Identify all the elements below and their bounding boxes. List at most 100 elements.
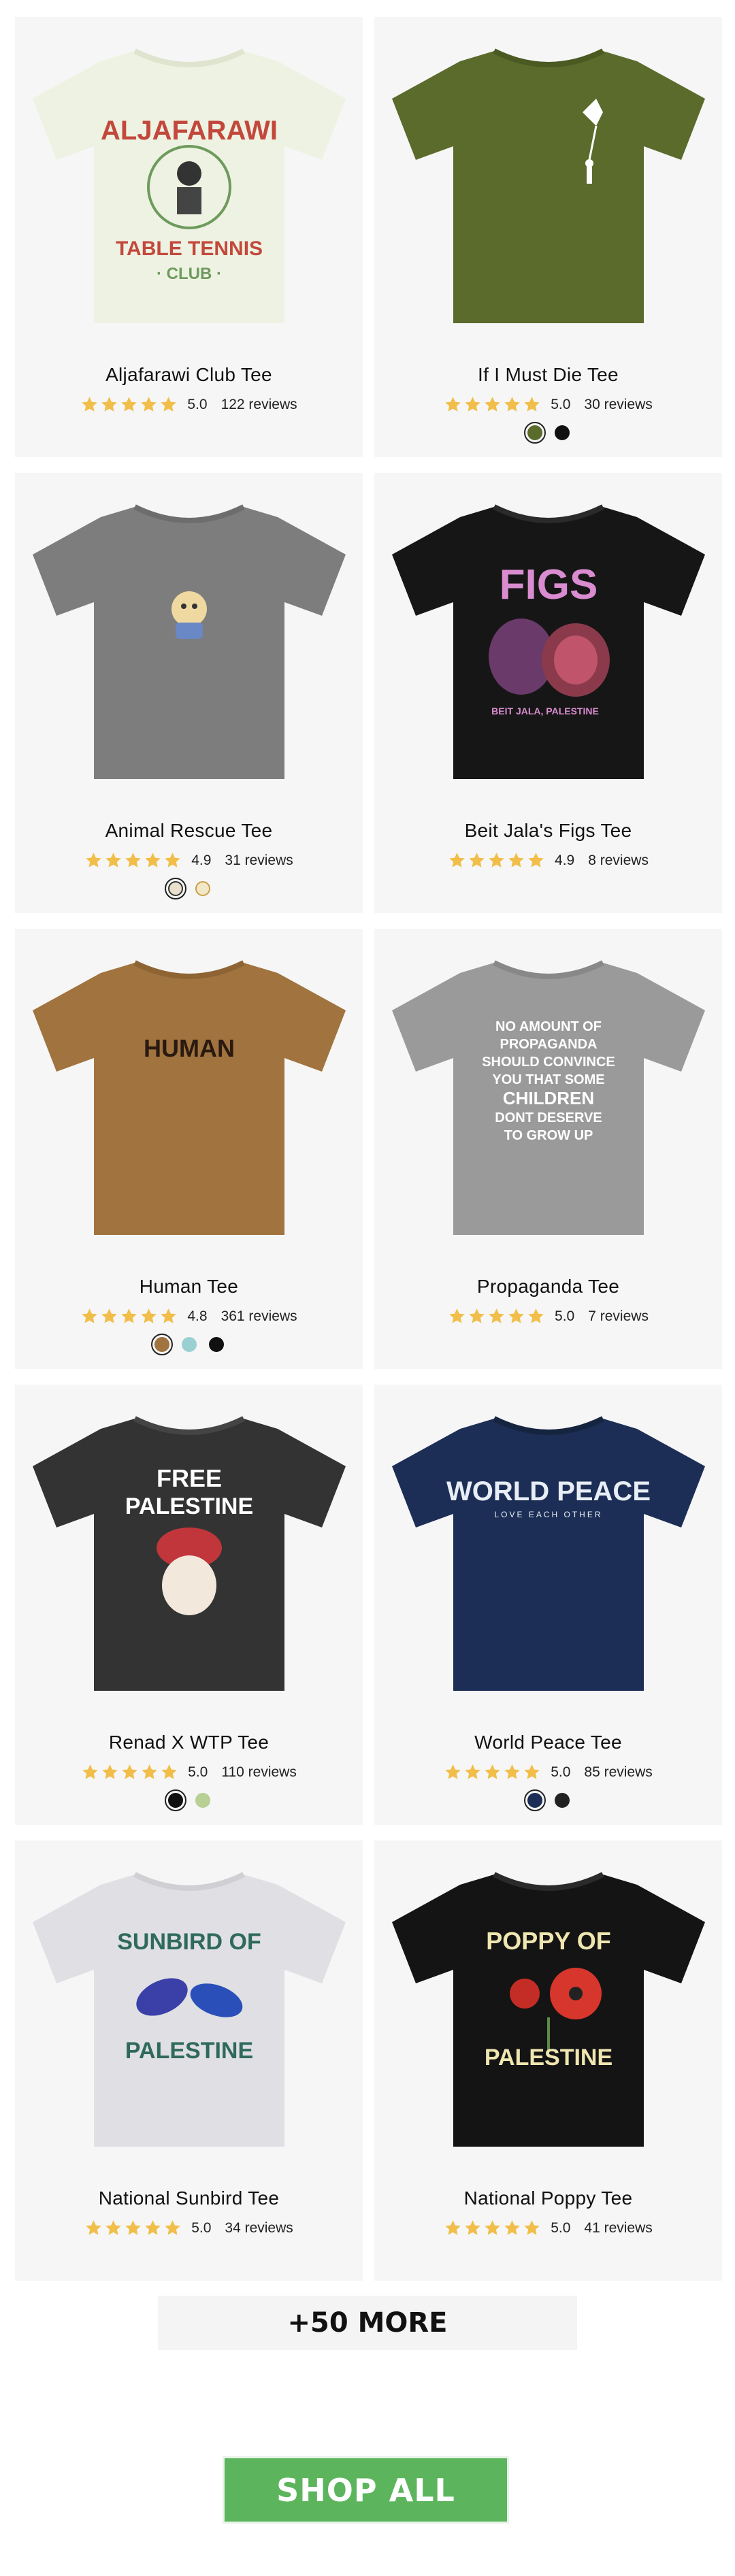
product-title[interactable]: National Poppy Tee xyxy=(374,2187,722,2209)
product-title[interactable]: Animal Rescue Tee xyxy=(15,820,363,842)
product-card[interactable]: WORLD PEACE LOVE EACH OTHER World Peace … xyxy=(374,1385,722,1825)
review-count: 41 reviews xyxy=(584,2219,653,2236)
product-image[interactable]: HUMAN xyxy=(15,929,363,1262)
product-image[interactable]: WORLD PEACE LOVE EACH OTHER xyxy=(374,1385,722,1718)
star-icon xyxy=(465,1764,480,1779)
rating-score: 5.0 xyxy=(551,1764,571,1780)
star-icon xyxy=(449,853,465,868)
product-card[interactable]: POPPY OF PALESTINE National Poppy Tee 5.… xyxy=(374,1840,722,2281)
svg-text:TABLE TENNIS: TABLE TENNIS xyxy=(115,237,262,260)
star-icon xyxy=(121,1308,137,1323)
star-icon xyxy=(445,1764,461,1779)
color-swatch[interactable] xyxy=(523,1789,546,1811)
rating-row: 4.9 31 reviews xyxy=(15,851,363,870)
product-image[interactable]: FIGS BEIT JALA, PALESTINE xyxy=(374,473,722,806)
product-card[interactable]: ALJAFARAWI TABLE TENNIS · CLUB · Aljafar… xyxy=(15,17,363,457)
rating-row: 5.0 30 reviews xyxy=(374,395,722,414)
product-card[interactable]: NO AMOUNT OF PROPAGANDA SHOULD CONVINCE … xyxy=(374,929,722,1369)
color-swatch[interactable] xyxy=(164,1789,186,1811)
star-icon xyxy=(82,1308,98,1323)
color-swatches xyxy=(374,422,722,444)
star-icon xyxy=(489,853,504,868)
svg-text:PROPAGANDA: PROPAGANDA xyxy=(500,1037,597,1052)
star-icon xyxy=(82,397,98,412)
star-icon xyxy=(165,853,180,868)
product-title[interactable]: Propaganda Tee xyxy=(374,1276,722,1298)
rating-row: 4.8 361 reviews xyxy=(15,1307,363,1325)
color-swatch[interactable] xyxy=(181,1337,197,1352)
rating-score: 5.0 xyxy=(551,396,571,412)
color-swatch[interactable] xyxy=(150,1334,173,1355)
product-card[interactable]: SUNBIRD OF PALESTINE National Sunbird Te… xyxy=(15,1840,363,2281)
star-icon xyxy=(469,853,485,868)
svg-text:PALESTINE: PALESTINE xyxy=(125,2038,252,2064)
product-image[interactable]: ALJAFARAWI TABLE TENNIS · CLUB · xyxy=(15,17,363,350)
product-image[interactable]: FREE PALESTINE xyxy=(15,1385,363,1718)
rating-row: 5.0 34 reviews xyxy=(15,2219,363,2237)
color-swatch[interactable] xyxy=(195,1793,210,1808)
product-image[interactable]: SUNBIRD OF PALESTINE xyxy=(15,1840,363,2174)
star-icon xyxy=(101,1308,118,1323)
svg-text:CHILDREN: CHILDREN xyxy=(502,1088,593,1108)
star-icon xyxy=(465,2220,480,2235)
color-swatch[interactable] xyxy=(554,1793,570,1808)
product-title[interactable]: Renad X WTP Tee xyxy=(15,1732,363,1753)
product-title[interactable]: Human Tee xyxy=(15,1276,363,1298)
product-card[interactable]: FIGS BEIT JALA, PALESTINE Beit Jala's Fi… xyxy=(374,473,722,913)
rating-score: 4.8 xyxy=(187,1308,208,1324)
svg-text:SUNBIRD OF: SUNBIRD OF xyxy=(117,1929,261,1955)
shop-all-button[interactable]: SHOP ALL xyxy=(225,2458,507,2522)
review-count: 8 reviews xyxy=(588,852,649,868)
star-icon xyxy=(449,1308,465,1323)
star-icon xyxy=(82,1764,98,1779)
product-title[interactable]: Aljafarawi Club Tee xyxy=(15,364,363,386)
star-icon xyxy=(86,853,101,868)
svg-text:BEIT JALA, PALESTINE: BEIT JALA, PALESTINE xyxy=(491,706,599,716)
product-image[interactable] xyxy=(374,17,722,350)
rating-score: 5.0 xyxy=(555,1308,575,1324)
product-title[interactable]: Beit Jala's Figs Tee xyxy=(374,820,722,842)
star-icon xyxy=(469,1308,485,1323)
review-count: 85 reviews xyxy=(584,1764,653,1780)
star-icon xyxy=(504,2220,520,2235)
product-card[interactable]: FREE PALESTINE Renad X WTP Tee 5.0 110 r… xyxy=(15,1385,363,1825)
svg-text:NO AMOUNT OF: NO AMOUNT OF xyxy=(495,1019,602,1034)
color-swatches xyxy=(374,1789,722,1811)
svg-text:POPPY OF: POPPY OF xyxy=(486,1927,610,1955)
product-image[interactable]: NO AMOUNT OF PROPAGANDA SHOULD CONVINCE … xyxy=(374,929,722,1262)
color-swatch[interactable] xyxy=(523,422,546,444)
product-image[interactable]: POPPY OF PALESTINE xyxy=(374,1840,722,2174)
review-count: 7 reviews xyxy=(588,1308,649,1324)
rating-row: 5.0 85 reviews xyxy=(374,1763,722,1781)
star-icon xyxy=(105,853,121,868)
product-title[interactable]: World Peace Tee xyxy=(374,1732,722,1753)
product-card[interactable]: If I Must Die Tee 5.0 30 reviews xyxy=(374,17,722,457)
color-swatch[interactable] xyxy=(554,425,570,440)
color-swatch[interactable] xyxy=(164,878,186,899)
product-image[interactable] xyxy=(15,473,363,806)
review-count: 31 reviews xyxy=(225,852,293,868)
star-icon xyxy=(524,2220,540,2235)
product-title[interactable]: National Sunbird Tee xyxy=(15,2187,363,2209)
rating-row: 5.0 110 reviews xyxy=(15,1763,363,1781)
review-count: 34 reviews xyxy=(225,2219,293,2236)
star-icon xyxy=(125,2220,141,2235)
more-products-button[interactable]: +50 MORE xyxy=(158,2296,577,2350)
star-icon xyxy=(524,1764,540,1779)
svg-text:PALESTINE: PALESTINE xyxy=(484,2045,612,2070)
review-count: 110 reviews xyxy=(221,1764,297,1780)
star-icon xyxy=(125,853,141,868)
review-count: 361 reviews xyxy=(220,1308,297,1324)
color-swatches xyxy=(15,1789,363,1811)
color-swatch[interactable] xyxy=(208,1337,224,1352)
color-swatches xyxy=(15,1334,363,1355)
svg-text:SHOULD CONVINCE: SHOULD CONVINCE xyxy=(482,1055,615,1070)
product-title[interactable]: If I Must Die Tee xyxy=(374,364,722,386)
star-icon xyxy=(465,397,480,412)
product-card[interactable]: Animal Rescue Tee 4.9 31 reviews xyxy=(15,473,363,913)
rating-stars xyxy=(448,1307,545,1325)
rating-stars xyxy=(84,851,182,870)
color-swatch[interactable] xyxy=(195,881,210,896)
product-card[interactable]: HUMAN Human Tee 4.8 361 reviews xyxy=(15,929,363,1369)
review-count: 122 reviews xyxy=(220,396,297,412)
